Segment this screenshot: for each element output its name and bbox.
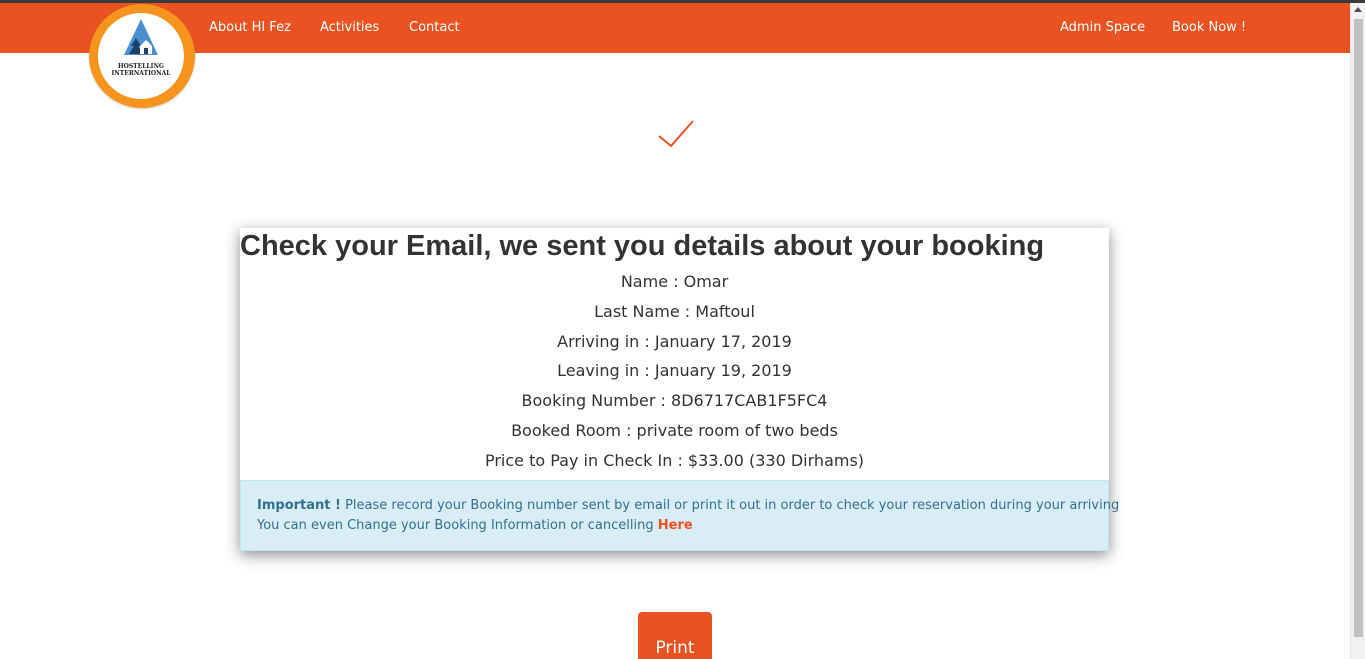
hostelling-international-logo[interactable]: HOSTELLING INTERNATIONAL	[89, 4, 195, 108]
detail-leaving: Leaving in : January 19, 2019	[557, 361, 792, 380]
logo-text-line2: INTERNATIONAL	[111, 70, 171, 77]
nav-contact-link[interactable]: Contact	[409, 3, 460, 53]
detail-price: Price to Pay in Check In : $33.00 (330 D…	[484, 451, 865, 470]
booking-confirmation-card: Check your Email, we sent you details ab…	[240, 228, 1119, 551]
checkmark-icon	[658, 120, 694, 148]
detail-last-name: Last Name : Maftoul	[594, 302, 755, 321]
scroll-up-arrow-icon[interactable]	[1354, 7, 1362, 12]
nav-activities-link[interactable]: Activities	[320, 3, 379, 53]
alert-important-label: Important !	[257, 498, 341, 513]
nav-book-now-link[interactable]: Book Now !	[1172, 3, 1246, 53]
alert-line-1: Important ! Please record your Booking n…	[257, 498, 1119, 513]
alert-message-2: You can even Change your Booking Informa…	[257, 518, 658, 533]
scroll-thumb[interactable]	[1354, 19, 1363, 637]
detail-name: Name : Omar	[620, 272, 729, 291]
important-alert: Important ! Please record your Booking n…	[240, 480, 1119, 551]
detail-booking-number: Booking Number : 8D6717CAB1F5FC4	[521, 391, 828, 410]
alert-message-1: Please record your Booking number sent b…	[340, 498, 1120, 513]
logo-text-line1: HOSTELLING	[117, 63, 165, 70]
detail-booked-room: Booked Room : private room of two beds	[511, 421, 838, 440]
alert-line-2: You can even Change your Booking Informa…	[257, 518, 693, 533]
nav-admin-space-link[interactable]: Admin Space	[1060, 3, 1145, 53]
nav-about-link[interactable]: About HI Fez	[209, 3, 291, 53]
page-scrollbar[interactable]	[1350, 3, 1365, 659]
logo-badge: HOSTELLING INTERNATIONAL	[98, 13, 184, 99]
top-navbar: About HI Fez Activities Contact Admin Sp…	[0, 3, 1350, 53]
change-booking-here-link[interactable]: Here	[658, 518, 693, 533]
confirmation-title: Check your Email, we sent you details ab…	[240, 230, 1045, 262]
print-button[interactable]: Print	[638, 612, 712, 659]
detail-arriving: Arriving in : January 17, 2019	[557, 332, 792, 351]
